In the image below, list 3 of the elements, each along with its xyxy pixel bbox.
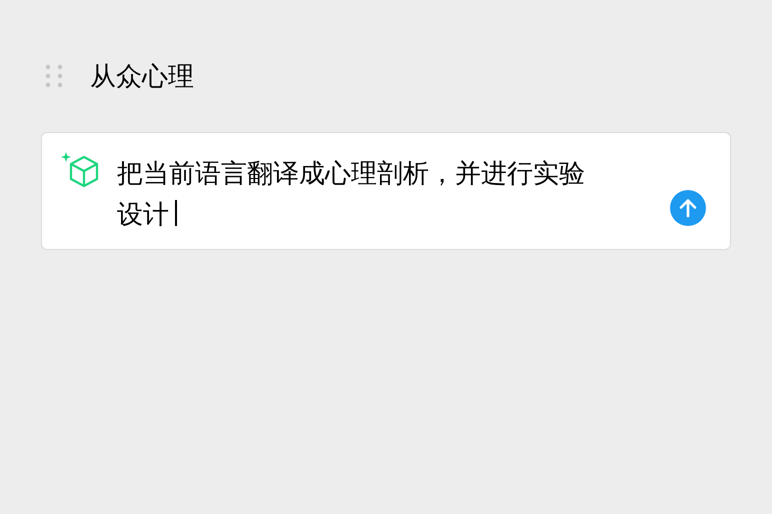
prompt-box[interactable]: 把当前语言翻译成心理剖析，并进行实验设计 [41,132,731,250]
section-title: 从众心理 [90,60,194,93]
prompt-input[interactable]: 把当前语言翻译成心理剖析，并进行实验设计 [117,153,599,235]
